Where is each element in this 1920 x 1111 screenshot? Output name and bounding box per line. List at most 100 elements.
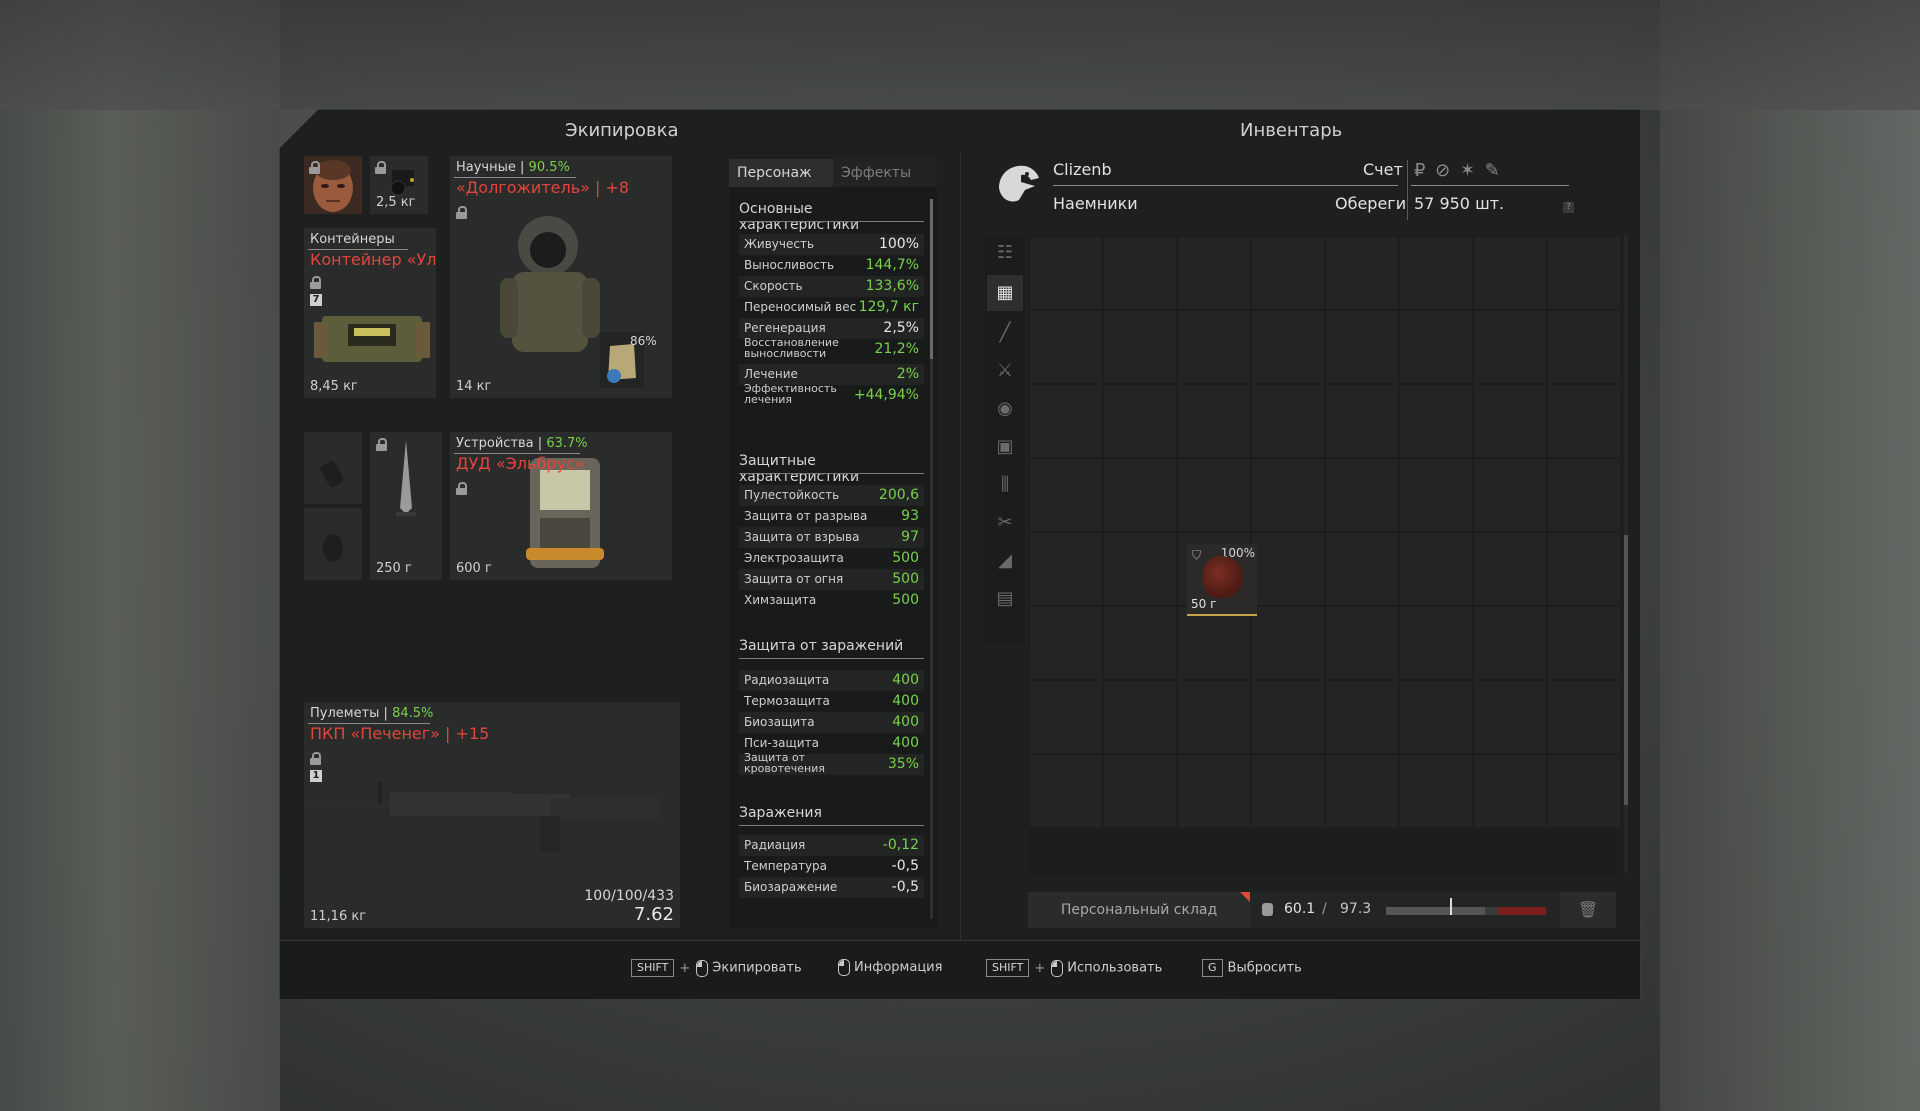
stat-label: Эффективность лечения: [744, 382, 837, 406]
grid-cell[interactable]: [1474, 755, 1546, 827]
helmet-device-slot[interactable]: 2,5 кг: [370, 156, 428, 214]
grid-cell[interactable]: [1400, 681, 1472, 753]
grid-cell[interactable]: [1104, 681, 1176, 753]
grenade-slot-2[interactable]: [304, 508, 362, 580]
grid-cell[interactable]: [1474, 237, 1546, 309]
grid-cell[interactable]: [1030, 755, 1102, 827]
grid-cell[interactable]: [1548, 311, 1620, 383]
grid-cell[interactable]: [1548, 755, 1620, 827]
list-view-icon[interactable]: ☷: [987, 235, 1023, 271]
grid-cell[interactable]: [1548, 607, 1620, 679]
grid-cell[interactable]: [1326, 755, 1398, 827]
grid-cell[interactable]: [1326, 385, 1398, 457]
grid-cell[interactable]: [1400, 311, 1472, 383]
devices-filter-icon[interactable]: ▣: [987, 429, 1023, 465]
grid-cell[interactable]: [1030, 459, 1102, 531]
grid-cell[interactable]: [1030, 533, 1102, 605]
grid-cell[interactable]: [1400, 533, 1472, 605]
inventory-scroll-thumb[interactable]: [1624, 535, 1628, 805]
grid-cell[interactable]: [1474, 459, 1546, 531]
trash-icon[interactable]: 🗑: [1560, 892, 1616, 928]
grid-cell[interactable]: [1548, 533, 1620, 605]
container-slot[interactable]: Контейнеры Контейнер «Улей» 7 8,45 кг: [304, 228, 436, 398]
hint-info[interactable]: Информация: [834, 959, 942, 976]
armor-filter-icon[interactable]: ◉: [987, 391, 1023, 427]
help-icon[interactable]: ?: [1563, 202, 1574, 213]
weapons-filter-icon[interactable]: ╱: [987, 315, 1023, 351]
grid-cell[interactable]: [1178, 607, 1250, 679]
grid-cell[interactable]: [1326, 533, 1398, 605]
grid-cell[interactable]: [1104, 459, 1176, 531]
grid-cell[interactable]: [1178, 237, 1250, 309]
grid-cell[interactable]: [1326, 311, 1398, 383]
grid-cell[interactable]: [1030, 385, 1102, 457]
grid-cell[interactable]: [1400, 459, 1472, 531]
tab-effects[interactable]: Эффекты: [833, 159, 937, 187]
knife-slot[interactable]: 250 г: [370, 432, 442, 580]
device-slot[interactable]: Устройства | 63.7% ДУД «Эльбрус» 600 г: [450, 432, 672, 580]
grid-cell[interactable]: [1474, 385, 1546, 457]
grid-cell[interactable]: [1474, 533, 1546, 605]
armor-slot[interactable]: Научные | 90.5% «Долгожитель» | +8 86% 1…: [450, 156, 672, 398]
grid-cell[interactable]: [1252, 755, 1324, 827]
grid-cell[interactable]: [1178, 385, 1250, 457]
armor-category: Научные | 90.5%: [456, 160, 570, 175]
grid-cell[interactable]: [1030, 607, 1102, 679]
hint-equip[interactable]: SHIFT + Экипировать: [631, 959, 802, 977]
hint-drop[interactable]: G Выбросить: [1202, 959, 1302, 977]
grid-cell[interactable]: [1252, 237, 1324, 309]
grid-cell[interactable]: [1252, 607, 1324, 679]
grid-cell[interactable]: [1252, 385, 1324, 457]
grid-cell[interactable]: [1400, 607, 1472, 679]
tab-character[interactable]: Персонаж: [729, 159, 833, 187]
hint-use[interactable]: SHIFT + Использовать: [986, 959, 1162, 977]
grid-cell[interactable]: [1326, 237, 1398, 309]
grid-cell[interactable]: [1400, 385, 1472, 457]
grid-cell[interactable]: [1326, 607, 1398, 679]
stat-label: Температура: [744, 859, 828, 873]
face-slot[interactable]: [304, 156, 362, 214]
grid-cell[interactable]: [1178, 459, 1250, 531]
weapon-slot[interactable]: Пулеметы | 84.5% ПКП «Печенег» | +15 1 1…: [304, 702, 680, 928]
grid-cell[interactable]: [1474, 311, 1546, 383]
grid-cell[interactable]: [1252, 533, 1324, 605]
personal-storage-button[interactable]: Персональный склад: [1028, 892, 1250, 928]
ammo-filter-icon[interactable]: ⫼: [987, 467, 1023, 503]
grid-cell[interactable]: [1474, 681, 1546, 753]
grid-cell[interactable]: [1104, 311, 1176, 383]
grid-cell[interactable]: [1178, 311, 1250, 383]
grid-cell[interactable]: [1030, 237, 1102, 309]
grid-cell[interactable]: [1326, 681, 1398, 753]
grid-cell[interactable]: [1178, 755, 1250, 827]
grid-cell[interactable]: [1030, 681, 1102, 753]
inventory-item-artifact[interactable]: ⛉ 100% 50 г: [1187, 544, 1257, 616]
inventory-grid[interactable]: [1028, 235, 1620, 873]
misc-filter-icon[interactable]: ▤: [987, 581, 1023, 617]
grid-view-icon[interactable]: ▦: [987, 275, 1023, 311]
grid-cell[interactable]: [1252, 459, 1324, 531]
grid-cell[interactable]: [1326, 459, 1398, 531]
grid-cell[interactable]: [1104, 755, 1176, 827]
grid-cell[interactable]: [1252, 311, 1324, 383]
grid-cell[interactable]: [1104, 385, 1176, 457]
stats-scroll-thumb[interactable]: [930, 199, 933, 359]
mouse-icon: [838, 959, 850, 976]
grid-cell[interactable]: [1400, 237, 1472, 309]
grid-cell[interactable]: [1178, 681, 1250, 753]
grid-cell[interactable]: [1104, 533, 1176, 605]
grid-cell[interactable]: [1548, 385, 1620, 457]
grid-cell[interactable]: [1104, 607, 1176, 679]
grenade-slot-1[interactable]: [304, 432, 362, 504]
grid-cell[interactable]: [1548, 681, 1620, 753]
grid-cell[interactable]: [1400, 755, 1472, 827]
grid-cell[interactable]: [1030, 311, 1102, 383]
currency-icons[interactable]: ₽ ⊘ ✶ ✎: [1414, 160, 1502, 181]
materials-filter-icon[interactable]: ◢: [987, 543, 1023, 579]
melee-filter-icon[interactable]: ⚔: [987, 353, 1023, 389]
grid-cell[interactable]: [1252, 681, 1324, 753]
grid-cell[interactable]: [1548, 237, 1620, 309]
grid-cell[interactable]: [1548, 459, 1620, 531]
grid-cell[interactable]: [1474, 607, 1546, 679]
tools-filter-icon[interactable]: ✂: [987, 505, 1023, 541]
grid-cell[interactable]: [1104, 237, 1176, 309]
